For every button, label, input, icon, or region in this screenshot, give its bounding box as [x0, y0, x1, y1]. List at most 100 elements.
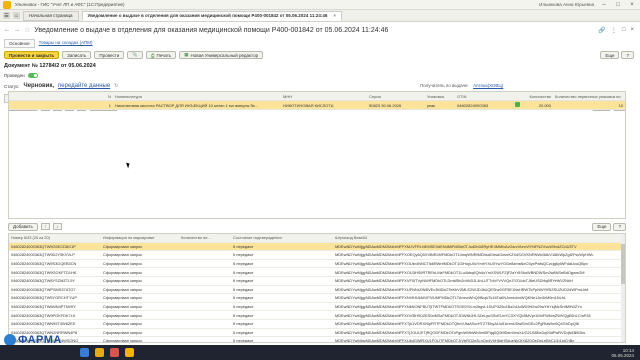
write-button[interactable]: Записать: [62, 51, 92, 59]
form-toolbar: Провести и закрыть Записать Провести 📎 ⎙…: [4, 51, 264, 59]
taskbar-1c-icon[interactable]: [125, 348, 134, 357]
kiz-code: 04602824000363QTW9PGKFDK7LK: [11, 312, 76, 318]
menu-icon[interactable]: ☰: [3, 12, 10, 19]
recipient-label: Получатель по выдаче:: [420, 83, 469, 88]
more-icon[interactable]: ⋮: [611, 27, 617, 34]
taskbar: 10:14 05.06.2024: [0, 345, 640, 360]
table-row[interactable]: 04602824000363QTW9S3GQEB3CN Сформирован з…: [9, 260, 625, 269]
link-icon[interactable]: 🔗: [598, 27, 605, 34]
status-row: Статус: Черновик, передайте данные ↻: [4, 83, 118, 89]
kiz-up-icon[interactable]: ↑: [40, 223, 50, 230]
window-expand-icon[interactable]: □: [622, 27, 626, 34]
table-row[interactable]: 04602824000363QTWN2NRRWN4P8 Сформирован з…: [9, 329, 625, 338]
row-mnn: НИКОТИНОВАЯ КИСЛОТА: [283, 102, 334, 108]
goods-table: N Номенклатура МНН Серия Упаковка GTIN К…: [8, 91, 626, 219]
attach-button[interactable]: 📎: [127, 51, 143, 59]
forward-arrow-icon[interactable]: →: [14, 27, 20, 33]
post-button[interactable]: Провести: [94, 51, 125, 59]
tab-document[interactable]: Уведомление о выдаче в отделения для ока…: [81, 10, 342, 21]
status-value: Черновик,: [23, 83, 55, 89]
back-arrow-icon[interactable]: ←: [4, 27, 10, 33]
section-stock-link[interactable]: Товары на складах (АПМ): [35, 39, 97, 48]
posted-row: Проведен: [4, 73, 38, 78]
col-primary[interactable]: Количество первичных упаковок во: [553, 94, 625, 99]
col-series[interactable]: Серия: [367, 94, 425, 99]
col-mnn[interactable]: МНН: [281, 94, 367, 99]
form-close-icon[interactable]: ×: [630, 27, 634, 34]
taskbar-browser-icon[interactable]: [80, 348, 89, 357]
table-row[interactable]: 04602824000363QTW9D2Y5KVVLP Сформирован з…: [9, 251, 625, 260]
close-icon[interactable]: ×: [628, 2, 636, 8]
user-name[interactable]: Ильинкова Анна Юрьевна: [539, 2, 594, 7]
editor-button[interactable]: ▦ Новая Универсальный редактор: [179, 51, 264, 59]
row-qty: 20.000: [538, 102, 551, 108]
taskbar-app-icon[interactable]: [110, 348, 119, 357]
table-row[interactable]: 04602824000363QTW9PGKFDK7LK Сформирован з…: [9, 311, 625, 320]
home-icon[interactable]: ⌂: [13, 12, 20, 19]
favorite-star-icon[interactable]: ☆: [24, 26, 30, 34]
kiz-state: К передаче: [233, 304, 254, 310]
print-button[interactable]: ⎙ Печать: [145, 51, 177, 59]
tab-close-icon[interactable]: ×: [333, 13, 336, 18]
kiz-state: К передаче: [233, 243, 254, 249]
table-row[interactable]: 04602824000363QTW5G5ECD8G1P Сформирован з…: [9, 242, 625, 252]
kiz-state: К передаче: [233, 295, 254, 301]
recipient-field: Получатель по выдаче: Аптека(ХОВЦ): [420, 83, 503, 88]
document-header: ← → ☆ Уведомление о выдаче в отделения д…: [4, 24, 634, 36]
row-state: [513, 102, 523, 108]
kiz-info: Сформирован запрос: [103, 338, 143, 343]
kiz-info: Сформирован запрос: [103, 304, 143, 310]
kiz-info: Сформирован запрос: [103, 321, 143, 327]
table-row[interactable]: 04602824000363QTWPSMS37ATG7 Сформирован з…: [9, 286, 625, 295]
row-n: 1: [108, 102, 111, 108]
add-kiz-button[interactable]: Добавить: [8, 222, 38, 231]
taskbar-folder-icon[interactable]: [95, 348, 104, 357]
kiz-code: 04602824000363QTW8YSZMZTL9Y: [11, 278, 76, 284]
kiz-info: Сформирован запрос: [103, 312, 143, 318]
table-row[interactable]: 04602824000363QTW8YSZMZTL9Y Сформирован з…: [9, 277, 625, 286]
minimize-icon[interactable]: –: [600, 2, 608, 8]
nav-bar: ☰ ⌂ Начальная страница Уведомление о выд…: [0, 10, 640, 22]
kiz-help-button[interactable]: ?: [613, 222, 626, 231]
col-n[interactable]: N: [9, 94, 113, 99]
kiz-base64: MDEwNDYwMjgyNDAwMDM2MzIxMFFXUFNNU0NBVEc3…: [335, 286, 589, 292]
col-info[interactable]: Информация по маркировке: [101, 235, 179, 240]
col-confirm[interactable]: Состояние подтверждения: [231, 235, 323, 240]
col-pack[interactable]: Упаковка: [425, 94, 455, 99]
recipient-link[interactable]: Аптека(ХОВЦ): [473, 83, 503, 88]
kiz-code: 04602824000363QTW9D2Y5KVVLP: [11, 252, 75, 258]
col-gtin[interactable]: GTIN: [455, 94, 513, 99]
kiz-state: К передаче: [233, 269, 254, 275]
col-name[interactable]: Номенклатура: [113, 94, 281, 99]
kiz-scroll-thumb[interactable]: [621, 244, 625, 284]
kiz-down-icon[interactable]: ↓: [52, 223, 62, 230]
table-row[interactable]: 04602824000363QTW9GGKFTD1HK Сформирован з…: [9, 268, 625, 277]
help-button[interactable]: ?: [621, 51, 634, 59]
more-button[interactable]: Еще: [600, 51, 620, 59]
send-data-link[interactable]: передайте данные: [58, 83, 110, 89]
col-qty[interactable]: Количество: [523, 94, 553, 99]
post-and-close-button[interactable]: Провести и закрыть: [4, 51, 60, 59]
tab-home[interactable]: Начальная страница: [23, 10, 79, 21]
kiz-toolbar: Добавить ↑ ↓ Еще ?: [8, 222, 626, 231]
kiz-scrollbar[interactable]: [621, 234, 625, 342]
app-title: Ульяновск - ГИС "Учет ЛП и АФС" (1С:Пред…: [15, 2, 125, 7]
kiz-base64: MDEwNDYwMjgyNDAwMDM2MzIxMFFXOU3HS9RTREhL…: [335, 269, 585, 275]
col-base64[interactable]: Штрихкод Base64: [333, 235, 623, 240]
maximize-icon[interactable]: □: [614, 2, 622, 8]
kiz-base64: MDEwNDYwMjgyNDAwMDM2MzIxMFFXOVBHS0ZES0dM…: [335, 312, 591, 318]
table-row[interactable]: 1 Никотиновая кислота РАСТВОР ДЛЯ ИНЪЕКЦ…: [9, 101, 625, 110]
system-tray[interactable]: 10:14 05.06.2024: [611, 348, 634, 358]
table-row[interactable]: 04602824000363QTWRGFZ4WSQNQ Сформирован з…: [9, 337, 625, 343]
section-main[interactable]: Основное: [4, 39, 35, 48]
kiz-state: К передаче: [233, 321, 254, 327]
posted-toggle[interactable]: [27, 73, 38, 78]
col-kiz[interactable]: Номер КИЗ (20 из 20): [9, 235, 101, 240]
kiz-base64: MDEwNDYwMjgyNDAwMDM2MzIxMFFXTjk1VDRXNlpF…: [335, 321, 579, 327]
col-count[interactable]: Количество ле...: [179, 235, 221, 240]
table-row[interactable]: 04602824000363QTW5YGRCHTYUP Сформирован з…: [9, 294, 625, 303]
table-row[interactable]: 04602824000363QTW6MN4PTN9SY Сформирован з…: [9, 303, 625, 312]
table-row[interactable]: 04602824000363QTWN95T4W6ZEE Сформирован з…: [9, 320, 625, 329]
refresh-icon[interactable]: ↻: [114, 83, 118, 89]
kiz-more-button[interactable]: Еще: [592, 222, 612, 231]
